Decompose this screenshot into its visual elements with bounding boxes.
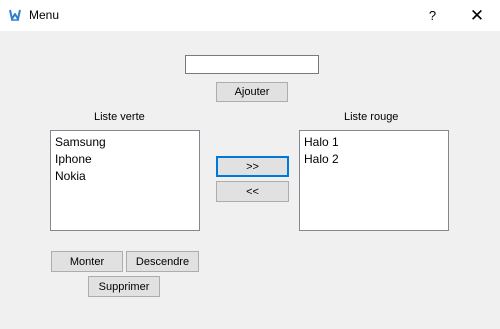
list-item[interactable]: Nokia (55, 168, 195, 185)
app-logo-icon (9, 9, 21, 21)
list-item[interactable]: Iphone (55, 151, 195, 168)
move-down-button[interactable]: Descendre (126, 251, 199, 272)
title-bar: Menu ? ✕ (0, 0, 500, 31)
help-button[interactable]: ? (420, 0, 445, 31)
list-item[interactable]: Samsung (55, 134, 195, 151)
green-listbox[interactable]: Samsung Iphone Nokia (50, 130, 200, 231)
delete-button[interactable]: Supprimer (88, 276, 160, 297)
item-entry-input[interactable] (185, 55, 319, 74)
add-button[interactable]: Ajouter (216, 82, 288, 102)
move-left-button[interactable]: << (216, 181, 289, 202)
move-up-button[interactable]: Monter (51, 251, 123, 272)
list-item[interactable]: Halo 2 (304, 151, 444, 168)
red-listbox[interactable]: Halo 1 Halo 2 (299, 130, 449, 231)
window-title: Menu (29, 8, 60, 22)
move-right-button[interactable]: >> (216, 156, 289, 177)
green-list-label: Liste verte (94, 111, 145, 123)
red-list-label: Liste rouge (344, 111, 399, 123)
close-button[interactable]: ✕ (462, 0, 492, 31)
list-item[interactable]: Halo 1 (304, 134, 444, 151)
